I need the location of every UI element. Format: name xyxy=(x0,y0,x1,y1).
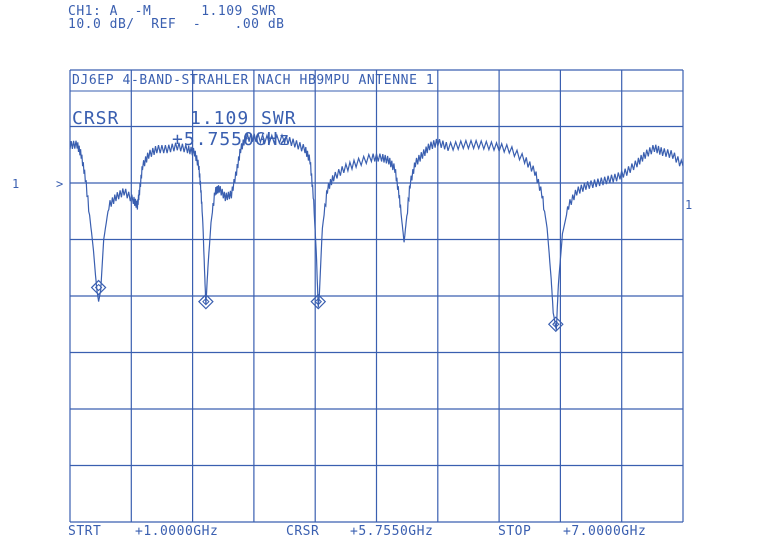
footer-start-value: +1.0000GHz xyxy=(135,524,219,539)
reference-level-arrow: > xyxy=(56,177,63,191)
trace-end-label: 1 xyxy=(685,198,692,212)
footer-cursor-value: +5.7550GHz xyxy=(350,524,434,539)
cursor-value: 1.109 SWR xyxy=(190,108,297,129)
marker-diamond-1 xyxy=(90,279,107,296)
footer-cursor-label: CRSR xyxy=(286,524,320,539)
plot-title: DJ6EP 4-BAND-STRAHLER NACH HB9MPU ANTENN… xyxy=(72,73,434,88)
swr-plot: DJ6EP 4-BAND-STRAHLER NACH HB9MPU ANTENN… xyxy=(12,69,692,523)
plot-grid xyxy=(69,69,684,523)
marker-diamond-outline xyxy=(90,279,107,296)
footer-stop-label: STOP xyxy=(498,524,532,539)
reference-level-label: 1 xyxy=(12,177,19,191)
footer-start-label: STRT xyxy=(68,524,102,539)
footer-stop-value: +7.0000GHz xyxy=(563,524,647,539)
marker-layer xyxy=(90,279,564,333)
cursor-label: CRSR xyxy=(72,108,119,129)
